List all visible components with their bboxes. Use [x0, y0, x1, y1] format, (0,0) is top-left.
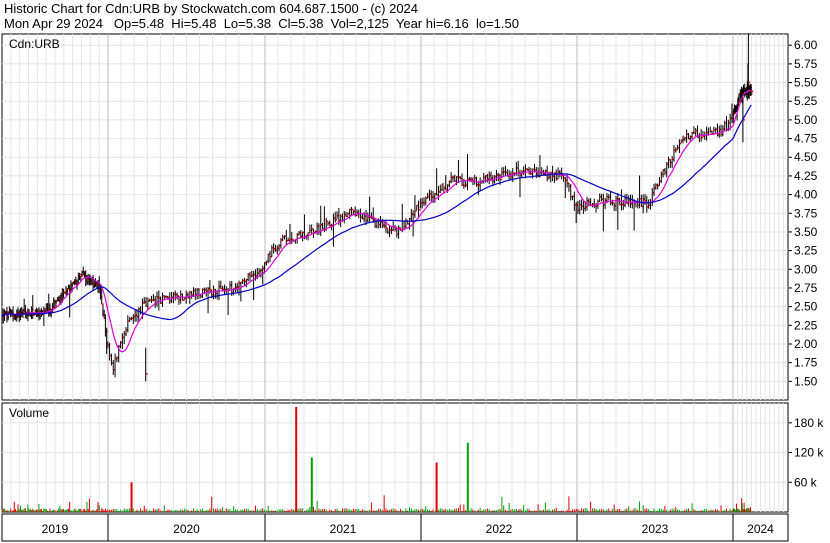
- y-tick-label: 2.00: [794, 337, 818, 351]
- y-tick-label: 5.50: [794, 76, 818, 90]
- x-tick-label: 2022: [486, 522, 513, 536]
- y-tick-label: 1.50: [794, 374, 818, 388]
- y-tick-label: 3.50: [794, 225, 818, 239]
- y-tick-label: 2.50: [794, 300, 818, 314]
- chart-root: Historic Chart for Cdn:URB by Stockwatch…: [0, 0, 830, 543]
- y-tick-label: 2.75: [794, 281, 818, 295]
- symbol-label: Cdn:URB: [9, 37, 60, 51]
- y-tick-label: 4.25: [794, 169, 818, 183]
- y-tick-label: 3.75: [794, 206, 818, 220]
- y-tick-label: 1.75: [794, 356, 818, 370]
- x-tick-label: 2019: [42, 522, 69, 536]
- x-tick-label: 2024: [747, 522, 774, 536]
- y-tick-label: 5.00: [794, 113, 818, 127]
- y-tick-label: 5.25: [794, 94, 818, 108]
- y-tick-label: 4.00: [794, 188, 818, 202]
- y-tick-label: 180 k: [794, 416, 824, 430]
- y-tick-label: 4.50: [794, 150, 818, 164]
- y-tick-label: 6.00: [794, 38, 818, 52]
- y-tick-label: 3.00: [794, 262, 818, 276]
- stock-chart: 1.50 1.75 2.00 2.25 2.50 2.75 3.00 3.25 3.50 3.75…: [1, 33, 824, 542]
- x-axis-frame: [1, 513, 789, 542]
- y-tick-label: 120 k: [794, 446, 824, 460]
- x-tick-label: 2021: [330, 522, 357, 536]
- y-tick-label: 4.75: [794, 132, 818, 146]
- y-tick-label: 3.25: [794, 244, 818, 258]
- volume-axis: 60 k 120 k 180 k: [788, 416, 824, 489]
- y-tick-label: 60 k: [794, 475, 818, 489]
- x-tick-label: 2020: [173, 522, 200, 536]
- volume-title: Volume: [9, 406, 49, 420]
- y-tick-label: 2.25: [794, 318, 818, 332]
- y-tick-label: 5.75: [794, 57, 818, 71]
- price-axis: 1.50 1.75 2.00 2.25 2.50 2.75 3.00 3.25 3.50 3.75…: [788, 38, 818, 388]
- x-tick-label: 2023: [642, 522, 669, 536]
